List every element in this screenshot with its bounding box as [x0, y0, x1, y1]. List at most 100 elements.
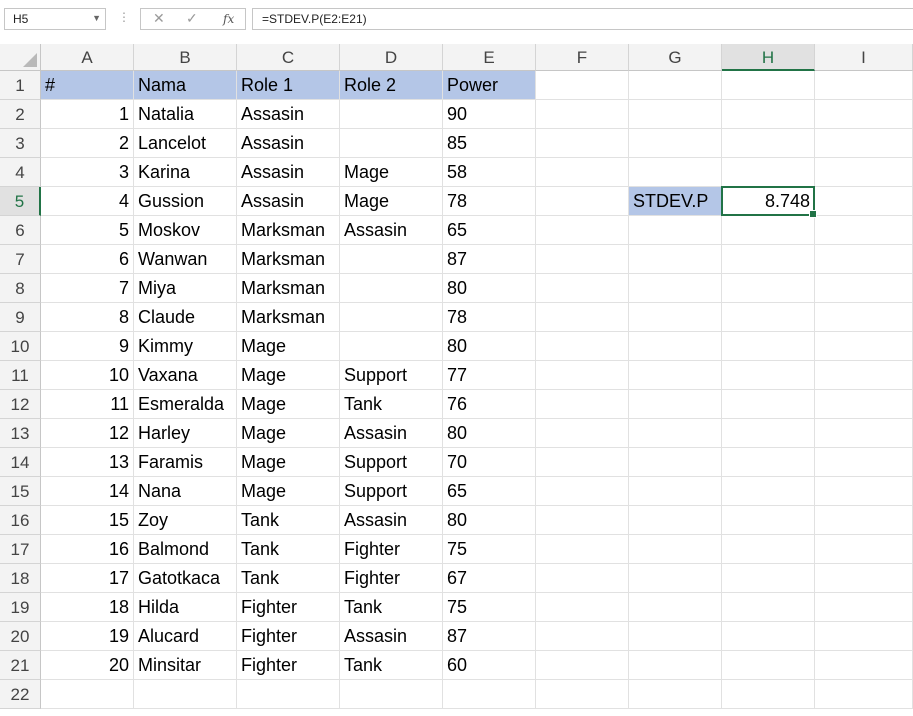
row-header-7[interactable]: 7	[0, 245, 41, 274]
table-cell[interactable]: Harley	[134, 419, 237, 448]
table-cell[interactable]: Tank	[340, 390, 443, 419]
chevron-down-icon[interactable]: ▼	[92, 13, 101, 23]
table-cell[interactable]: Faramis	[134, 448, 237, 477]
empty-cell[interactable]	[629, 100, 722, 129]
insert-function-icon[interactable]: fx	[223, 12, 234, 26]
empty-cell[interactable]	[722, 216, 815, 245]
table-cell[interactable]: Assasin	[340, 506, 443, 535]
table-cell[interactable]: Fighter	[340, 564, 443, 593]
empty-cell[interactable]	[722, 158, 815, 187]
empty-cell[interactable]	[629, 535, 722, 564]
empty-cell[interactable]	[815, 419, 913, 448]
empty-cell[interactable]	[237, 680, 340, 709]
empty-cell[interactable]	[815, 187, 913, 216]
empty-cell[interactable]	[815, 71, 913, 100]
empty-cell[interactable]	[815, 216, 913, 245]
row-header-21[interactable]: 21	[0, 651, 41, 680]
table-cell[interactable]: Mage	[340, 158, 443, 187]
empty-cell[interactable]	[536, 564, 629, 593]
empty-cell[interactable]	[536, 477, 629, 506]
empty-cell[interactable]	[536, 187, 629, 216]
empty-cell[interactable]	[815, 622, 913, 651]
table-cell[interactable]	[340, 303, 443, 332]
table-cell[interactable]: Minsitar	[134, 651, 237, 680]
table-cell[interactable]: Mage	[237, 477, 340, 506]
empty-cell[interactable]	[536, 535, 629, 564]
empty-cell[interactable]	[536, 158, 629, 187]
table-cell[interactable]: 77	[443, 361, 536, 390]
empty-cell[interactable]	[629, 477, 722, 506]
table-cell[interactable]: 9	[41, 332, 134, 361]
empty-cell[interactable]	[815, 477, 913, 506]
row-header-10[interactable]: 10	[0, 332, 41, 361]
empty-cell[interactable]	[629, 158, 722, 187]
empty-cell[interactable]	[815, 593, 913, 622]
empty-cell[interactable]	[722, 651, 815, 680]
table-cell[interactable]: 17	[41, 564, 134, 593]
table-cell[interactable]	[340, 100, 443, 129]
empty-cell[interactable]	[536, 129, 629, 158]
empty-cell[interactable]	[629, 332, 722, 361]
table-cell[interactable]: Mage	[237, 332, 340, 361]
name-box[interactable]: H5 ▼	[4, 8, 106, 30]
table-cell[interactable]: Miya	[134, 274, 237, 303]
empty-cell[interactable]	[815, 535, 913, 564]
table-cell[interactable]: 14	[41, 477, 134, 506]
stdev-value-cell[interactable]: 8.748	[722, 187, 815, 216]
table-cell[interactable]: Marksman	[237, 274, 340, 303]
table-cell[interactable]: Esmeralda	[134, 390, 237, 419]
table-cell[interactable]: 87	[443, 622, 536, 651]
table-cell[interactable]: 7	[41, 274, 134, 303]
empty-cell[interactable]	[722, 477, 815, 506]
empty-cell[interactable]	[815, 448, 913, 477]
table-cell[interactable]: 80	[443, 274, 536, 303]
row-header-19[interactable]: 19	[0, 593, 41, 622]
table-header-cell[interactable]: Power	[443, 71, 536, 100]
table-cell[interactable]: Fighter	[340, 535, 443, 564]
column-header-a[interactable]: A	[41, 44, 134, 71]
table-cell[interactable]: Assasin	[237, 129, 340, 158]
table-cell[interactable]: Natalia	[134, 100, 237, 129]
table-cell[interactable]: Karina	[134, 158, 237, 187]
empty-cell[interactable]	[536, 332, 629, 361]
table-cell[interactable]: 2	[41, 129, 134, 158]
empty-cell[interactable]	[134, 680, 237, 709]
table-cell[interactable]: Tank	[237, 506, 340, 535]
table-cell[interactable]: 12	[41, 419, 134, 448]
table-cell[interactable]: Claude	[134, 303, 237, 332]
empty-cell[interactable]	[815, 651, 913, 680]
empty-cell[interactable]	[443, 680, 536, 709]
table-cell[interactable]: Zoy	[134, 506, 237, 535]
column-header-i[interactable]: I	[815, 44, 913, 71]
table-header-cell[interactable]: Role 2	[340, 71, 443, 100]
table-cell[interactable]: 78	[443, 303, 536, 332]
empty-cell[interactable]	[722, 622, 815, 651]
empty-cell[interactable]	[536, 100, 629, 129]
empty-cell[interactable]	[629, 390, 722, 419]
empty-cell[interactable]	[536, 419, 629, 448]
empty-cell[interactable]	[536, 361, 629, 390]
table-cell[interactable]: 75	[443, 593, 536, 622]
table-cell[interactable]: Gussion	[134, 187, 237, 216]
table-cell[interactable]: Assasin	[237, 100, 340, 129]
empty-cell[interactable]	[815, 361, 913, 390]
empty-cell[interactable]	[722, 100, 815, 129]
table-cell[interactable]: Mage	[237, 361, 340, 390]
empty-cell[interactable]	[815, 303, 913, 332]
empty-cell[interactable]	[629, 419, 722, 448]
empty-cell[interactable]	[536, 303, 629, 332]
table-cell[interactable]: Balmond	[134, 535, 237, 564]
table-cell[interactable]: Tank	[237, 535, 340, 564]
table-cell[interactable]: 78	[443, 187, 536, 216]
table-cell[interactable]: Assasin	[237, 158, 340, 187]
table-cell[interactable]: Assasin	[237, 187, 340, 216]
empty-cell[interactable]	[536, 593, 629, 622]
table-cell[interactable]: 80	[443, 332, 536, 361]
empty-cell[interactable]	[629, 274, 722, 303]
table-cell[interactable]: Kimmy	[134, 332, 237, 361]
empty-cell[interactable]	[629, 245, 722, 274]
table-cell[interactable]: 75	[443, 535, 536, 564]
table-cell[interactable]: 3	[41, 158, 134, 187]
empty-cell[interactable]	[722, 535, 815, 564]
empty-cell[interactable]	[815, 564, 913, 593]
